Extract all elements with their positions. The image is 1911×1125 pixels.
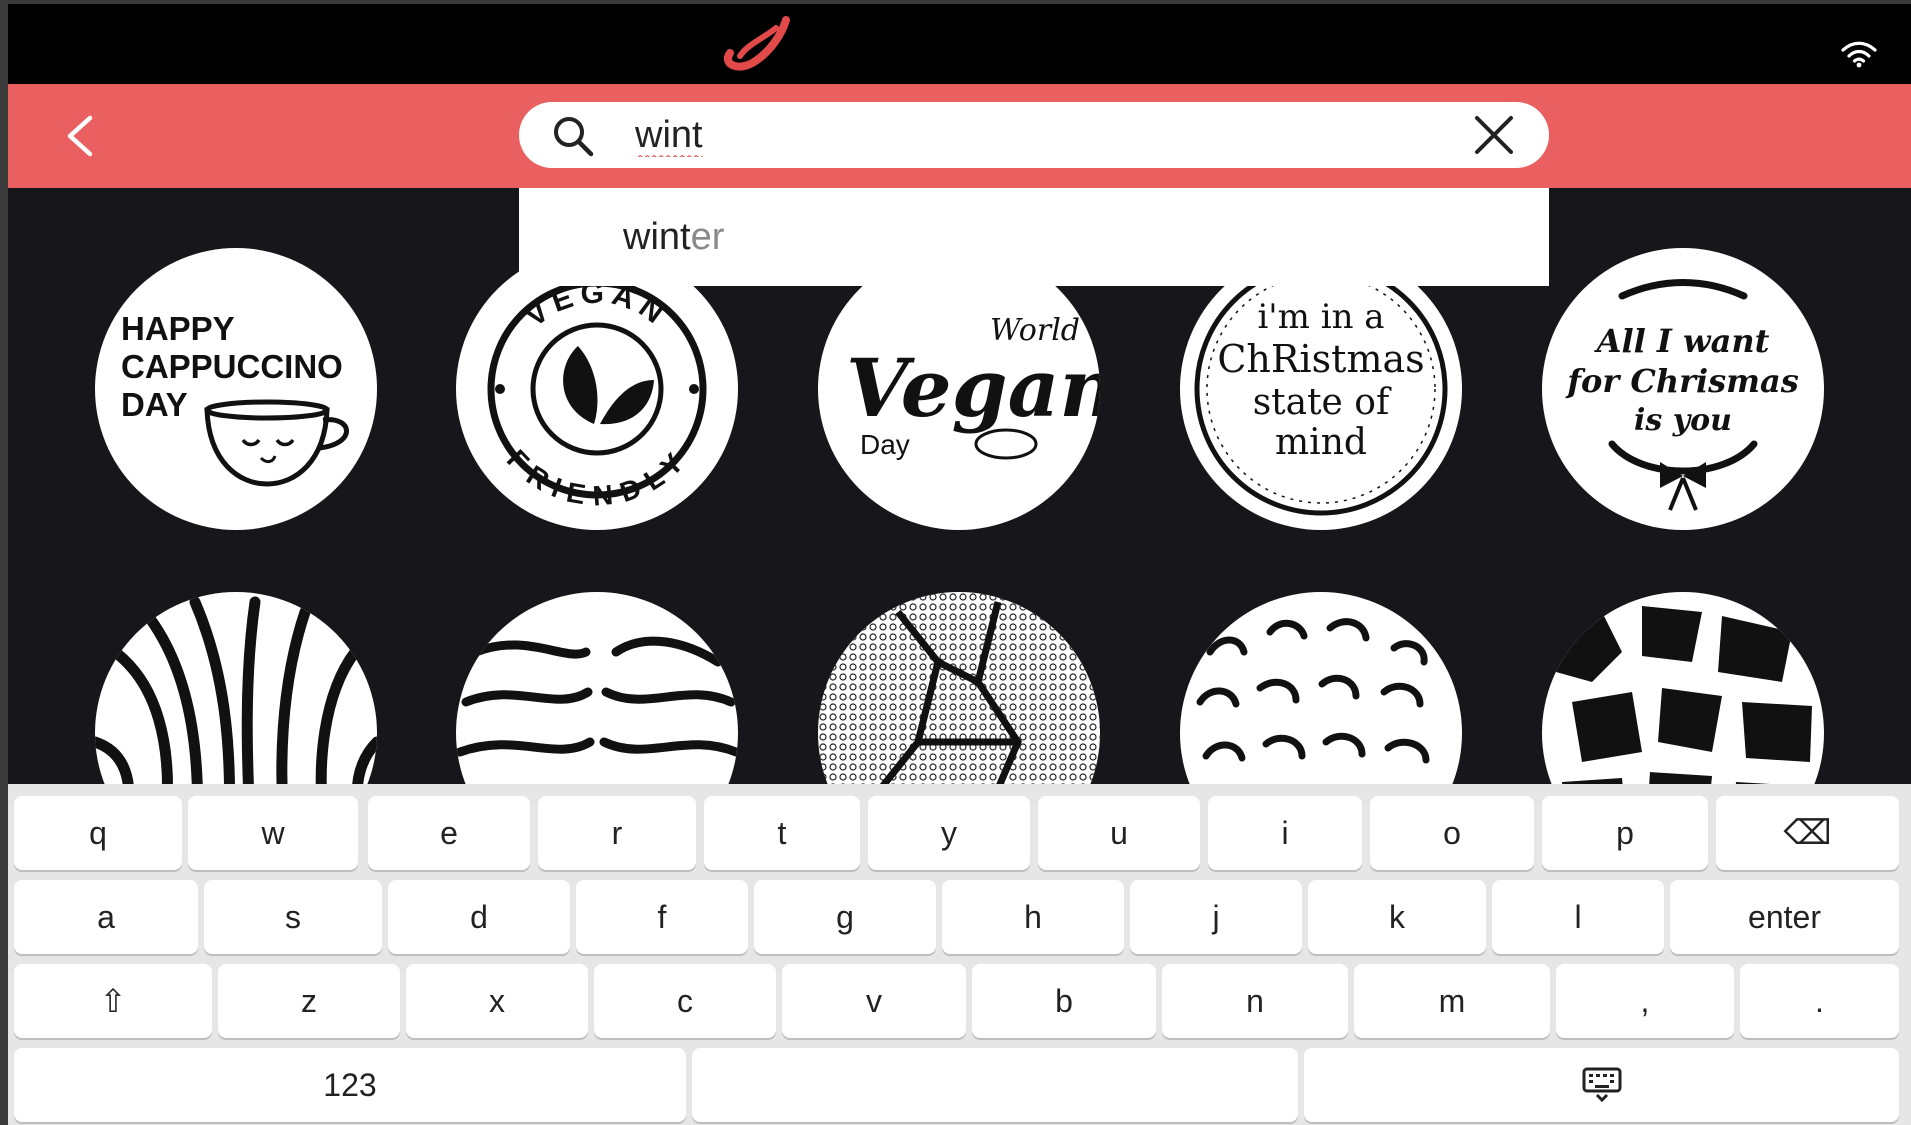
search-input[interactable]	[635, 112, 1455, 158]
key-w[interactable]: w	[188, 796, 358, 870]
sticker-day-text: Day	[860, 429, 910, 460]
back-button[interactable]	[48, 104, 112, 168]
key-v[interactable]: v	[782, 964, 966, 1038]
key-m[interactable]: m	[1354, 964, 1550, 1038]
shift-key[interactable]: ⇧	[14, 964, 212, 1038]
period-key[interactable]: .	[1740, 964, 1899, 1038]
backspace-key[interactable]: ⌫	[1716, 796, 1899, 870]
hide-keyboard-key[interactable]	[1304, 1048, 1899, 1122]
key-r[interactable]: r	[538, 796, 696, 870]
key-o[interactable]: o	[1370, 796, 1534, 870]
search-suggestions: winter	[519, 188, 1549, 286]
key-t[interactable]: t	[704, 796, 860, 870]
sticker-all-i-want-for-christmas[interactable]: All I want for Chrismas is you	[1542, 248, 1824, 530]
key-i[interactable]: i	[1208, 796, 1362, 870]
key-y[interactable]: y	[868, 796, 1030, 870]
key-d[interactable]: d	[388, 880, 570, 954]
key-n[interactable]: n	[1162, 964, 1348, 1038]
sticker-text-line: mind	[1275, 422, 1367, 463]
search-header	[8, 84, 1911, 188]
on-screen-keyboard: q w e r t y u i o p ⌫ a s d f g h j k l enter ⇧ z x c v b n m,. 123	[8, 784, 1911, 1125]
key-j[interactable]: j	[1130, 880, 1302, 954]
sticker-world-vegan-day[interactable]: World Vegan Day	[818, 248, 1100, 530]
sticker-happy-cappuccino-day[interactable]: HAPPY CAPPUCCINO DAY	[95, 248, 377, 530]
numbers-key[interactable]: 123	[14, 1048, 686, 1122]
keyboard-hide-icon	[1582, 1067, 1621, 1103]
coffee-cup-icon	[204, 399, 349, 487]
key-p[interactable]: p	[1542, 796, 1708, 870]
key-e[interactable]: e	[368, 796, 530, 870]
key-k[interactable]: k	[1308, 880, 1486, 954]
status-bar	[8, 4, 1911, 84]
sticker-text-line: All I want	[1594, 322, 1770, 360]
sticker-text-line: CAPPUCCINO	[121, 348, 343, 385]
suggestion-item[interactable]: winter	[623, 216, 724, 259]
close-icon[interactable]	[1471, 112, 1517, 158]
wifi-icon	[1841, 41, 1877, 68]
key-h[interactable]: h	[942, 880, 1124, 954]
sticker-vegan-friendly[interactable]: VEGAN FRIENDLY	[456, 248, 738, 530]
sticker-text-line: HAPPY	[121, 310, 235, 347]
comma-key[interactable]: ,	[1556, 964, 1734, 1038]
enter-key[interactable]: enter	[1670, 880, 1899, 954]
key-b[interactable]: b	[972, 964, 1156, 1038]
sticker-text-line: state of	[1253, 382, 1392, 423]
sticker-text-line: DAY	[121, 386, 188, 423]
space-key[interactable]	[692, 1048, 1298, 1122]
sticker-text-line: for Chrismas	[1565, 362, 1798, 400]
key-u[interactable]: u	[1038, 796, 1200, 870]
key-c[interactable]: c	[594, 964, 776, 1038]
key-x[interactable]: x	[406, 964, 588, 1038]
sticker-text-line: ChRistmas	[1217, 337, 1424, 381]
key-l[interactable]: l	[1492, 880, 1664, 954]
suggestion-completion-text: er	[690, 216, 725, 258]
key-a[interactable]: a	[14, 880, 198, 954]
sticker-christmas-state-of-mind[interactable]: i'm in a ChRistmas state of mind	[1180, 248, 1462, 530]
app-screen: winter HAPPY CAPPUCCINO DAY VE	[8, 4, 1911, 1125]
suggestion-typed-text: wint	[623, 216, 691, 258]
sticker-text-line: i'm in a	[1257, 297, 1384, 337]
key-f[interactable]: f	[576, 880, 748, 954]
key-s[interactable]: s	[204, 880, 382, 954]
search-box	[519, 102, 1549, 168]
chevron-left-icon	[67, 115, 93, 157]
key-z[interactable]: z	[218, 964, 400, 1038]
leaves-icon	[563, 346, 654, 425]
search-icon	[554, 117, 594, 157]
app-logo	[724, 16, 790, 71]
sticker-vegan-text: Vegan	[846, 341, 1100, 435]
key-q[interactable]: q	[14, 796, 182, 870]
key-g[interactable]: g	[754, 880, 936, 954]
sticker-text-line: is you	[1634, 403, 1732, 438]
